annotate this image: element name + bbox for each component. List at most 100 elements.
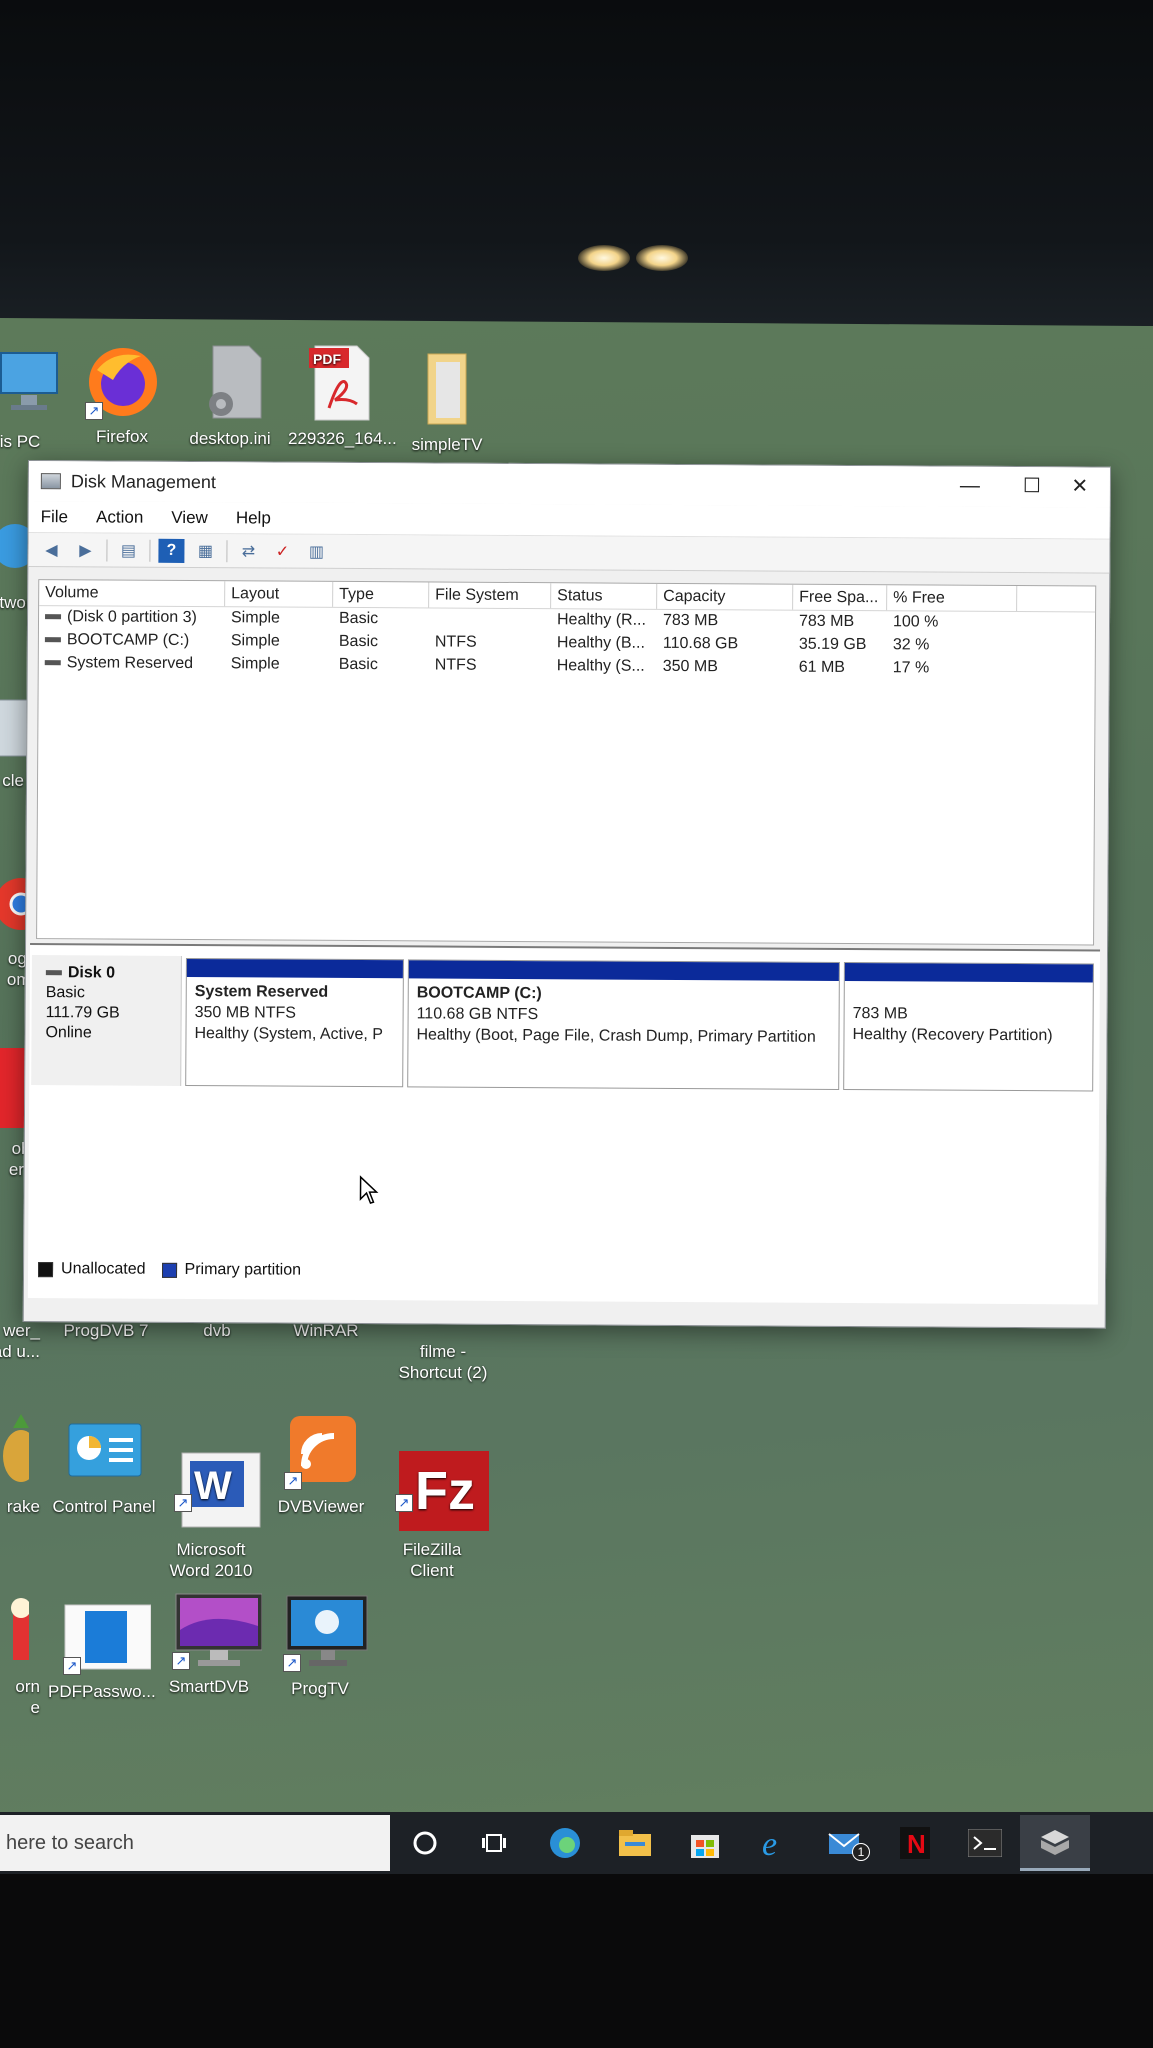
pdfpassword-icon: ↗ (61, 1595, 152, 1675)
volume-fs (429, 608, 551, 632)
svg-text:PDF: PDF (313, 351, 341, 367)
legend-primary-partition: Primary partition (184, 1260, 302, 1279)
column-status[interactable]: Status (551, 583, 658, 609)
properties-icon[interactable]: ▦ (192, 539, 218, 563)
column-percent-free[interactable]: % Free (887, 585, 1018, 612)
edge-icon[interactable] (530, 1815, 600, 1871)
desktop-icon-firefox[interactable]: ↗ Firefox (72, 340, 172, 447)
desktop-icon-control-panel[interactable]: Control Panel (52, 1410, 156, 1517)
toolbar-separator (106, 538, 108, 561)
popcorn-icon (0, 1590, 31, 1670)
volume-percent-free: 100 % (892, 613, 939, 631)
disk-0-label[interactable]: Disk 0 Basic 111.79 GB Online (31, 955, 182, 1086)
desktop-icon-label: DVBViewer (277, 1497, 365, 1516)
dvbviewer-icon: ↗ (282, 1410, 360, 1490)
legend-swatch-unallocated (38, 1261, 54, 1277)
partition-name: System Reserved (194, 983, 329, 1001)
volume-free-space: 783 MB (798, 612, 855, 631)
connect-icon[interactable]: ⇄ (235, 539, 261, 563)
volume-status: Healthy (B... (556, 634, 645, 652)
partition-name: BOOTCAMP (C:) (416, 984, 542, 1003)
desktop-icon-progtv[interactable]: ↗ ProgTV (270, 1592, 370, 1699)
desktop-icon-handbrake[interactable]: rake (0, 1410, 40, 1517)
close-button[interactable]: ✕ (1049, 467, 1111, 505)
desktop-icon-dvbviewer[interactable]: ↗ DVBViewer (271, 1410, 371, 1517)
checklist-icon[interactable]: ✓ (269, 539, 295, 563)
netflix-icon[interactable]: N (880, 1815, 950, 1871)
desktop-icon-label: Control Panel (52, 1497, 156, 1516)
taskbar-search-box[interactable]: here to search (0, 1815, 390, 1871)
volume-icon (44, 660, 61, 666)
desktop-icon-viewer[interactable]: wer_ ad u... (0, 1320, 40, 1362)
file-explorer-icon[interactable] (600, 1815, 670, 1871)
partition-bootcamp[interactable]: BOOTCAMP (C:) 110.68 GB NTFS Healthy (Bo… (407, 959, 840, 1090)
desktop-icon-simpletv[interactable]: simpleTV (397, 348, 497, 455)
desktop-icon-label: e (30, 1698, 40, 1717)
partition-status: Healthy (Boot, Page File, Crash Dump, Pr… (416, 1026, 816, 1046)
desktop-icon-this-pc[interactable]: is PC (0, 345, 70, 452)
desktop-icon-progdvb[interactable]: ProgDVB 7 (56, 1320, 156, 1341)
desktop-icon-popcorn[interactable]: orn e (0, 1590, 40, 1718)
column-type[interactable]: Type (333, 581, 430, 608)
show-hide-console-tree-icon[interactable]: ▤ (115, 538, 141, 562)
volume-status: Healthy (R... (556, 611, 647, 629)
column-volume[interactable]: Volume (39, 580, 226, 607)
desktop-icon-filme-shortcut[interactable]: filme - Shortcut (2) (383, 1320, 503, 1404)
store-icon[interactable] (670, 1815, 740, 1871)
volume-free-space: 61 MB (798, 658, 846, 676)
menu-view[interactable]: View (171, 507, 208, 527)
volume-layout: Simple (230, 655, 280, 673)
volume-layout: Simple (230, 632, 280, 650)
settings-list-icon[interactable]: ▥ (303, 539, 329, 563)
desktop-icon-pdfpassword[interactable]: ↗ PDFPasswo... (48, 1595, 156, 1702)
folder-icon (408, 348, 486, 428)
help-icon[interactable]: ? (158, 538, 185, 563)
shortcut-arrow-icon: ↗ (172, 1652, 190, 1670)
volume-icon (45, 614, 62, 620)
ceiling-light (578, 245, 630, 271)
cortana-icon[interactable] (390, 1815, 460, 1871)
shortcut-arrow-icon: ↗ (283, 1654, 301, 1672)
partition-system-reserved[interactable]: System Reserved 350 MB NTFS Healthy (Sys… (185, 957, 404, 1088)
internet-explorer-icon[interactable]: e (740, 1815, 810, 1871)
terminal-icon[interactable] (950, 1815, 1020, 1871)
shortcut-arrow-icon: ↗ (284, 1472, 302, 1490)
toolbar: ◀ ▶ ▤ ? ▦ ⇄ ✓ ▥ (28, 533, 1110, 574)
menu-file[interactable]: File (41, 507, 69, 527)
disk-type: Basic (45, 984, 85, 1002)
column-capacity[interactable]: Capacity (657, 583, 794, 610)
recycle-bin-icon (0, 690, 30, 764)
volume-status: Healthy (S... (556, 657, 645, 675)
forward-icon[interactable]: ▶ (72, 538, 98, 562)
svg-text:Fz: Fz (415, 1461, 475, 1521)
desktop-icon-label: 229326_164... (288, 429, 397, 448)
menu-help[interactable]: Help (236, 508, 271, 528)
legend-unallocated: Unallocated (61, 1260, 146, 1278)
back-icon[interactable]: ◀ (38, 538, 64, 562)
app-icon[interactable] (1020, 1815, 1090, 1871)
legend: Unallocated Primary partition (38, 1260, 301, 1280)
menu-action[interactable]: Action (96, 507, 143, 527)
monitor-bezel (0, 1874, 1153, 2048)
volume-capacity: 350 MB (662, 657, 718, 676)
desktop-icon-desktop-ini[interactable]: desktop.ini (180, 342, 280, 449)
desktop-icon-filezilla[interactable]: Fz ↗ FileZilla Client (382, 1405, 489, 1602)
column-free-space[interactable]: Free Spa... (793, 584, 888, 611)
minimize-button[interactable]: — (939, 467, 1001, 505)
partition-size: 350 MB NTFS (194, 1004, 297, 1022)
desktop-icon-smartdvb[interactable]: ↗ SmartDVB (159, 1590, 263, 1697)
task-view-icon[interactable] (460, 1815, 530, 1871)
computer-icon (0, 345, 59, 425)
column-file-system[interactable]: File System (429, 582, 552, 609)
volume-type: Basic (338, 632, 379, 651)
partition-recovery[interactable]: 783 MB Healthy (Recovery Partition) (843, 961, 1094, 1092)
desktop-icon-label: simpleTV (411, 435, 483, 454)
desktop-icon-pdf-file[interactable]: PDF 229326_164... (288, 342, 397, 449)
title-bar[interactable]: Disk Management — ☐ ✕ (28, 461, 1111, 508)
volume-free-space: 35.19 GB (798, 635, 867, 654)
disk-size: 111.79 GB (45, 1004, 120, 1022)
mail-icon[interactable]: 1 (810, 1815, 880, 1871)
desktop-icon-microsoft-word[interactable]: W ↗ Microsoft Word 2010 (161, 1405, 261, 1602)
partition-status: Healthy (System, Active, P (194, 1025, 384, 1044)
column-layout[interactable]: Layout (225, 581, 334, 607)
